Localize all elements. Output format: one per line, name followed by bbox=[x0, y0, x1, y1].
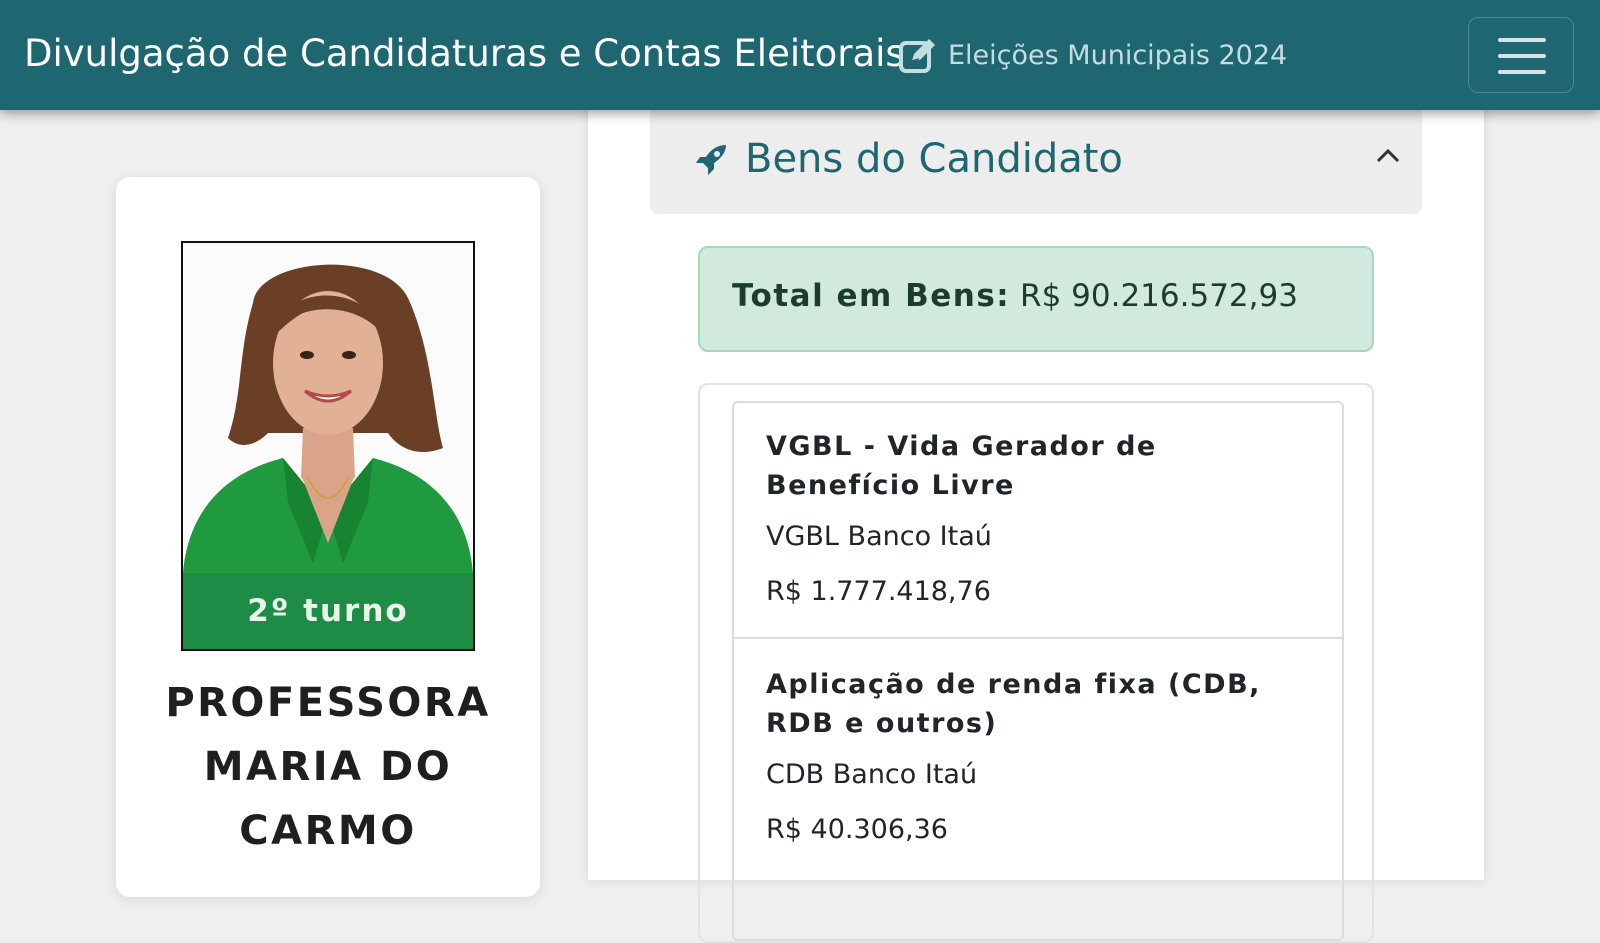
chevron-up-icon[interactable] bbox=[1374, 144, 1402, 166]
asset-description: VGBL Banco Itaú bbox=[766, 521, 992, 552]
asset-type: Aplicação de renda fixa (CDB, RDB e outr… bbox=[766, 669, 1261, 739]
list-item: VGBL - Vida Gerador de Benefício Livre V… bbox=[734, 403, 1342, 639]
main-panel: Bens do Candidato Total em Bens: R$ 90.2… bbox=[588, 100, 1484, 943]
candidate-name: PROFESSORA MARIA DO CARMO bbox=[116, 671, 540, 863]
candidate-name-line: MARIA DO bbox=[203, 744, 453, 790]
assets-list: VGBL - Vida Gerador de Benefício Livre V… bbox=[732, 401, 1344, 941]
section-title: Bens do Candidato bbox=[745, 136, 1123, 182]
total-assets-value: R$ 90.216.572,93 bbox=[1020, 278, 1298, 314]
asset-description: CDB Banco Itaú bbox=[766, 759, 978, 790]
assets-accordion-header[interactable]: Bens do Candidato bbox=[650, 110, 1422, 214]
edit-icon bbox=[899, 39, 935, 73]
menu-toggle-button[interactable] bbox=[1468, 17, 1574, 93]
candidate-name-line: CARMO bbox=[239, 808, 417, 854]
list-item: Aplicação de renda fixa (CDB, RDB e outr… bbox=[734, 641, 1342, 939]
hamburger-menu-icon bbox=[1498, 38, 1546, 42]
site-title[interactable]: Divulgação de Candidaturas e Contas Elei… bbox=[24, 32, 905, 75]
asset-type: VGBL - Vida Gerador de Benefício Livre bbox=[766, 431, 1157, 501]
top-navbar: Divulgação de Candidaturas e Contas Elei… bbox=[0, 0, 1600, 110]
election-link[interactable]: Eleições Municipais 2024 bbox=[898, 33, 1287, 77]
election-label: Eleições Municipais 2024 bbox=[948, 39, 1288, 71]
round-badge: 2º turno bbox=[183, 573, 473, 649]
asset-value: R$ 1.777.418,76 bbox=[766, 576, 991, 607]
total-assets-alert: Total em Bens: R$ 90.216.572,93 bbox=[698, 246, 1374, 352]
asset-value: R$ 40.306,36 bbox=[766, 814, 948, 845]
total-assets-label: Total em Bens: bbox=[732, 278, 1011, 314]
assets-list-container: VGBL - Vida Gerador de Benefício Livre V… bbox=[698, 383, 1374, 943]
candidate-photo: 2º turno bbox=[181, 241, 475, 651]
candidate-name-line: PROFESSORA bbox=[165, 680, 491, 726]
candidate-card: 2º turno PROFESSORA MARIA DO CARMO bbox=[116, 177, 540, 897]
rocket-icon bbox=[696, 145, 726, 175]
